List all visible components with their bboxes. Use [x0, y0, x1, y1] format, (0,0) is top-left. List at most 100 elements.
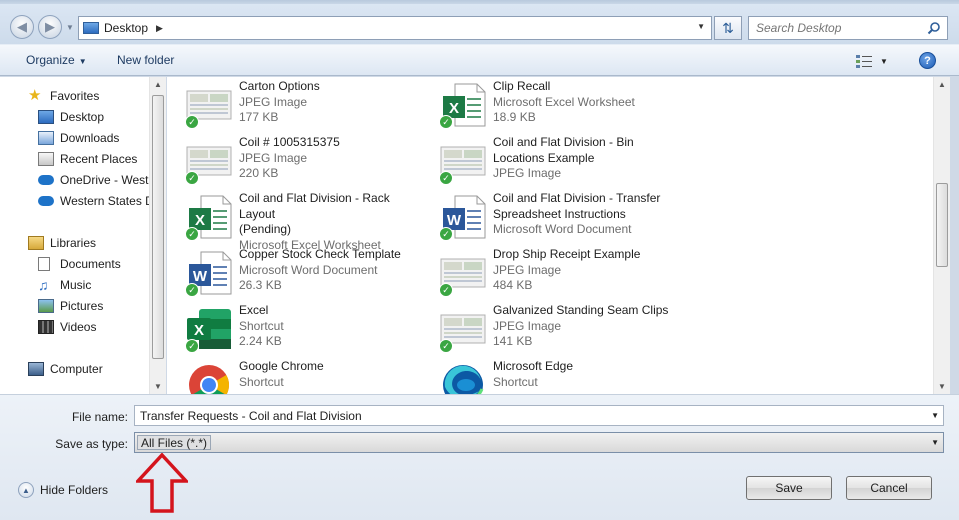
- file-list-scrollbar[interactable]: ▲ ▼: [933, 77, 950, 394]
- sync-check-icon: ✓: [439, 227, 453, 241]
- file-item[interactable]: ✓ Galvanized Standing Seam Clips JPEG Imag…: [421, 301, 671, 355]
- file-item[interactable]: X ✓ Excel Shortcut 2.24 KB: [167, 301, 417, 355]
- file-size: 220 KB: [239, 166, 279, 180]
- file-name: Clip Recall: [493, 79, 551, 93]
- scroll-up-icon[interactable]: ▲: [154, 80, 162, 89]
- file-item[interactable]: ✓ Carton Options JPEG Image 177 KB: [167, 77, 417, 131]
- search-input[interactable]: [756, 21, 926, 35]
- nav-item-label: Videos: [60, 320, 97, 334]
- save-button[interactable]: Save: [746, 476, 832, 500]
- chevron-down-icon: ▼: [78, 57, 87, 66]
- back-button[interactable]: ◀: [10, 15, 34, 39]
- file-size: 26.3 KB: [239, 278, 282, 292]
- file-item[interactable]: ✓Google ChromeShortcut: [167, 357, 417, 394]
- save-type-select[interactable]: All Files (*.*) ▼: [134, 432, 944, 453]
- file-name-continued: Spreadsheet Instructions: [493, 206, 626, 221]
- music-note-icon: ♫: [38, 277, 49, 293]
- nav-item-label: Western States D: [60, 194, 149, 208]
- file-details: Galvanized Standing Seam Clips JPEG Image…: [493, 303, 668, 350]
- file-size: 18.9 KB: [493, 110, 536, 124]
- file-type: JPEG Image: [493, 166, 562, 180]
- annotation-arrow-icon: [136, 453, 188, 513]
- file-item[interactable]: X ✓ Coil and Flat Division - Rack Layout(…: [167, 189, 417, 252]
- edge-icon: [439, 363, 487, 394]
- scroll-down-icon[interactable]: ▼: [938, 382, 946, 391]
- nav-item-label: Music: [60, 278, 92, 292]
- sync-check-icon: ✓: [439, 339, 453, 353]
- scroll-down-icon[interactable]: ▼: [154, 382, 162, 391]
- file-type: Shortcut: [493, 374, 538, 389]
- nav-item-label: Recent Places: [60, 152, 138, 166]
- pictures-icon: [38, 299, 54, 313]
- desktop-folder-icon: [83, 22, 99, 34]
- file-item[interactable]: ✓ Coil and Flat Division - Bin Locations E…: [421, 133, 671, 187]
- nav-favorites[interactable]: ★ Favorites: [28, 87, 99, 105]
- nav-item-recent-places[interactable]: Recent Places: [38, 150, 137, 168]
- nav-item-western-states[interactable]: Western States D: [38, 192, 149, 210]
- forward-button[interactable]: ▶: [38, 15, 62, 39]
- nav-libraries-label: Libraries: [50, 236, 97, 250]
- nav-item-onedrive[interactable]: OneDrive - Weste: [38, 171, 149, 189]
- nav-libraries[interactable]: Libraries: [28, 234, 96, 252]
- file-item[interactable]: ✓ Drop Ship Receipt Example JPEG Image 484 …: [421, 245, 671, 299]
- file-item[interactable]: ✓Microsoft EdgeShortcut: [421, 357, 671, 394]
- scrollbar-thumb[interactable]: [936, 183, 948, 267]
- file-type: JPEG Image: [493, 318, 562, 333]
- file-type: JPEG Image: [239, 94, 308, 109]
- file-name: Drop Ship Receipt Example: [493, 247, 641, 261]
- address-bar[interactable]: Desktop ▶ ▼: [78, 16, 712, 40]
- recent-pages-dropdown-icon[interactable]: ▼: [66, 23, 74, 32]
- svg-text:X: X: [195, 212, 205, 229]
- nav-item-music[interactable]: ♫ Music: [38, 276, 91, 294]
- address-dropdown-icon[interactable]: ▼: [697, 22, 705, 31]
- view-dropdown-icon: ▼: [880, 56, 888, 66]
- refresh-button[interactable]: ⇅: [714, 16, 742, 40]
- chevron-down-icon[interactable]: ▼: [931, 411, 939, 420]
- nav-item-downloads[interactable]: Downloads: [38, 129, 119, 147]
- file-name-continued: (Pending): [239, 222, 292, 236]
- cancel-button[interactable]: Cancel: [846, 476, 932, 500]
- file-name-field[interactable]: [140, 408, 920, 423]
- nav-item-label: OneDrive - Weste: [60, 173, 149, 187]
- nav-item-desktop[interactable]: Desktop: [38, 108, 104, 126]
- documents-icon: [38, 257, 50, 271]
- help-button[interactable]: ?: [919, 52, 936, 69]
- chrome-icon: [185, 363, 233, 394]
- navigation-scrollbar[interactable]: ▲ ▼: [149, 77, 166, 394]
- file-item[interactable]: X ✓ Clip Recall Microsoft Excel Worksheet 1…: [421, 77, 671, 131]
- chevron-up-icon: ▲: [18, 482, 34, 498]
- sync-check-icon: ✓: [439, 171, 453, 185]
- save-type-value: All Files (*.*): [137, 435, 212, 450]
- file-type: JPEG Image: [493, 262, 562, 277]
- file-name-combobox[interactable]: ▼: [134, 405, 944, 426]
- film-strip-icon: [38, 320, 54, 334]
- sync-check-icon: ✓: [439, 115, 453, 129]
- computer-icon: [28, 362, 44, 376]
- organize-button[interactable]: Organize ▼: [26, 53, 87, 67]
- file-name: Coil # 1005315375: [239, 135, 340, 149]
- cloud-icon: [38, 196, 54, 206]
- nav-item-documents[interactable]: Documents: [38, 255, 121, 273]
- chevron-right-icon[interactable]: ▶: [156, 23, 163, 34]
- file-item[interactable]: ✓ Coil # 1005315375 JPEG Image 220 KB: [167, 133, 417, 187]
- file-type: Microsoft Word Document: [493, 222, 632, 236]
- file-details: Coil and Flat Division - Transfer Spreads…: [493, 191, 660, 238]
- nav-item-pictures[interactable]: Pictures: [38, 297, 103, 315]
- file-item[interactable]: W ✓ Copper Stock Check Template Microsoft …: [167, 245, 417, 299]
- search-icon[interactable]: [927, 21, 941, 35]
- file-item[interactable]: W ✓ Coil and Flat Division - Transfer Spre…: [421, 189, 671, 243]
- chevron-down-icon[interactable]: ▼: [931, 438, 939, 447]
- nav-computer[interactable]: Computer: [28, 360, 103, 378]
- file-name: Copper Stock Check Template: [239, 247, 401, 261]
- nav-item-videos[interactable]: Videos: [38, 318, 96, 336]
- address-location[interactable]: Desktop: [104, 21, 148, 35]
- scrollbar-thumb[interactable]: [152, 95, 164, 359]
- new-folder-button[interactable]: New folder: [117, 53, 174, 67]
- file-details: Copper Stock Check Template Microsoft Wor…: [239, 247, 401, 294]
- scroll-up-icon[interactable]: ▲: [938, 80, 946, 89]
- search-box[interactable]: [748, 16, 948, 40]
- change-view-button[interactable]: ▼: [856, 52, 896, 70]
- hide-folders-button[interactable]: ▲ Hide Folders: [18, 482, 108, 498]
- nav-item-label: Pictures: [60, 299, 104, 313]
- file-details: Coil and Flat Division - Rack Layout (Pen…: [239, 191, 417, 253]
